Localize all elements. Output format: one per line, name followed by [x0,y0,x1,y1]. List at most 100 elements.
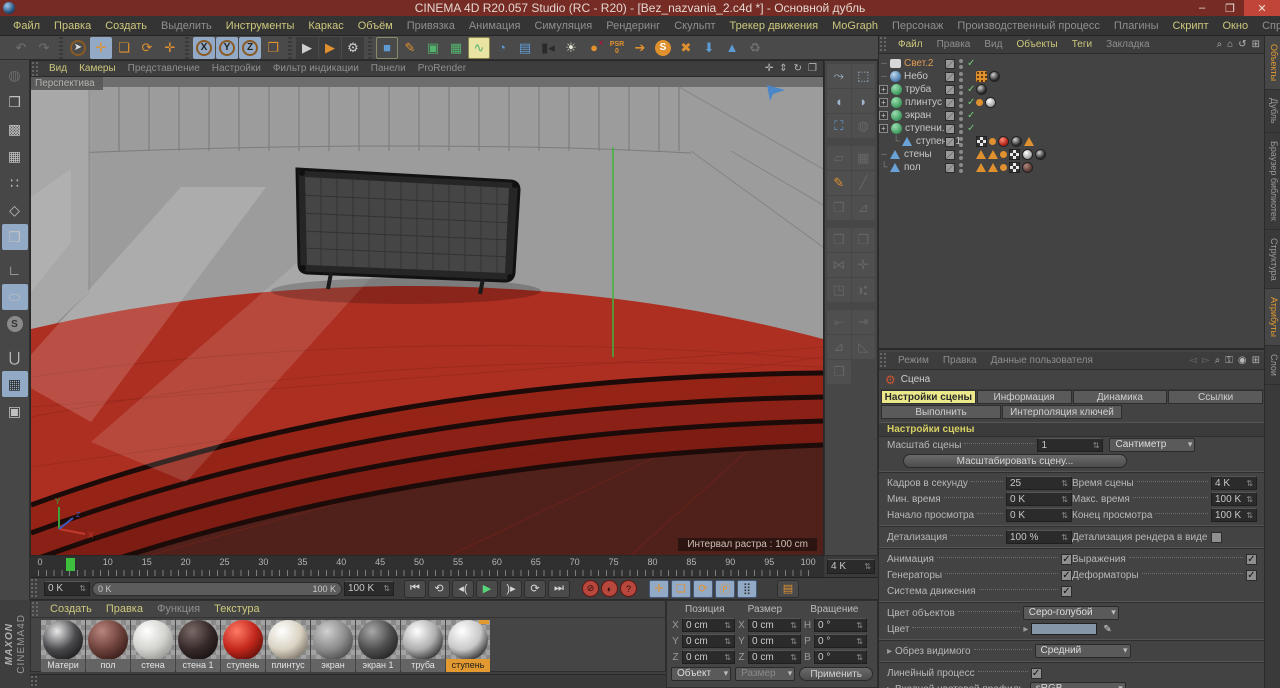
scale-icon[interactable]: ❏ [113,37,135,59]
menu-volume[interactable]: Объём [351,20,400,32]
coord-system-icon[interactable]: ❐ [262,37,284,59]
scale-field[interactable]: 1 [1037,438,1103,452]
expand-icon[interactable] [879,124,888,133]
panel-grip[interactable] [879,352,887,369]
menu-character[interactable]: Персонаж [885,20,950,32]
timeline-ruler[interactable]: 0 10 15 20 25 30 35 40 45 50 55 60 65 70… [30,556,824,578]
maximize-button[interactable]: ❐ [1216,0,1244,16]
tab-layers[interactable]: Слои [1265,346,1280,385]
render-picture-icon[interactable]: ▶ [319,37,341,59]
object-row[interactable]: └ ступени.1 [879,135,1265,148]
visibility-dots[interactable] [959,85,963,95]
lock-workplane-icon[interactable]: ▦ [2,371,28,397]
panel-grip[interactable] [31,601,39,617]
material-item[interactable]: ступень [221,620,265,672]
menu-mograph[interactable]: MoGraph [825,20,885,32]
vp-menu-options[interactable]: Настройки [206,63,267,74]
menu-plugins[interactable]: Плагины [1107,20,1166,32]
pos-y-field[interactable]: 0 cm [682,634,735,648]
size-z-field[interactable]: 0 cm [748,650,801,664]
preview-end-field[interactable]: 100 K [1211,508,1257,522]
tab-dynamics[interactable]: Динамика [1073,390,1168,404]
play-backwards-icon[interactable]: ⟲ [428,580,450,598]
expand-icon[interactable] [879,98,888,107]
recycle-icon[interactable]: ♻ [744,37,766,59]
layer-toggle[interactable] [945,150,955,160]
texture-mode-icon[interactable]: ▩ [2,116,28,142]
material-tag-icon[interactable] [985,97,996,108]
points-mode-icon[interactable]: ∷ [2,170,28,196]
layer-toggle[interactable] [945,137,955,147]
object-row[interactable]: – Небо [879,70,1265,83]
tab-references[interactable]: Ссылки [1168,390,1263,404]
viewport[interactable]: Вид Камеры Представление Настройки Фильт… [30,60,824,556]
scene-length-field[interactable]: 4 K [827,559,875,574]
expand-icon[interactable] [879,111,888,120]
live-selection-icon[interactable]: ➤ [67,37,89,59]
animation-checkbox[interactable] [1061,554,1072,565]
om-menu-edit[interactable]: Правка [930,39,978,50]
lock-icon[interactable]: ⚿ [1225,355,1233,366]
line-cut-icon[interactable]: ╱ [852,171,876,195]
vp-rotate-icon[interactable]: ↻ [794,63,802,74]
workplane-icon[interactable]: ▦ [2,143,28,169]
weld-icon[interactable]: ⋈ [827,253,851,277]
material-item[interactable]: экран [311,620,355,672]
prev-key-icon[interactable]: ◂( [452,580,474,598]
motion-system-checkbox[interactable] [1061,586,1072,597]
vp-menu-view[interactable]: Вид [43,63,73,74]
key-scale-icon[interactable]: ❏ [671,580,691,598]
material-tag-icon[interactable] [1011,136,1022,147]
vp-menu-filter[interactable]: Фильтр индикации [267,63,365,74]
expressions-checkbox[interactable] [1246,554,1257,565]
max-time-field[interactable]: 100 K [1211,492,1257,506]
enable-check[interactable]: ✓ [967,110,977,121]
uvw-tag-icon[interactable] [1009,162,1020,173]
magnet-icon[interactable]: ⋃ [2,344,28,370]
polygons-mode-icon[interactable]: ❒ [2,224,28,250]
melt-icon[interactable]: ⑆ [852,278,876,302]
menu-simulate[interactable]: Симуляция [527,20,599,32]
tab-content-browser[interactable]: Браузер библиотек [1265,133,1280,230]
subdivision-tag-icon[interactable] [976,99,983,106]
material-tag-icon[interactable] [1035,149,1046,160]
object-row[interactable]: плинтус ✓ [879,96,1265,109]
tab-info[interactable]: Информация [977,390,1072,404]
xpresso-icon[interactable]: ✖ [675,37,697,59]
subdivision-tag-icon[interactable] [989,138,996,145]
edges-mode-icon[interactable]: ◇ [2,197,28,223]
search-icon[interactable]: ⌕ [1215,355,1221,366]
uvw-tag-icon[interactable] [1009,149,1020,160]
knife-icon[interactable]: ✎ [827,171,851,195]
phong-tag-icon[interactable] [988,150,998,159]
object-row[interactable]: – стены [879,148,1265,161]
phong-tag-icon[interactable] [976,150,986,159]
optimize-icon[interactable]: ⤜ [827,310,851,334]
subdivision-tag-icon[interactable] [1000,151,1007,158]
menu-motion-tracker[interactable]: Трекер движения [723,20,826,32]
menu-script[interactable]: Скрипт [1165,20,1215,32]
menu-tools[interactable]: Инструменты [219,20,302,32]
menu-pipeline[interactable]: Производственный процесс [950,20,1106,32]
timeline-playhead[interactable] [66,558,75,571]
goto-end-icon[interactable]: ⏭ [548,580,570,598]
panel-grip[interactable] [879,36,887,53]
material-tag-icon[interactable] [1022,149,1033,160]
timeline-window-icon[interactable]: ▤ [777,580,799,598]
compositing-tag-icon[interactable] [976,71,987,82]
sphere-points2-icon[interactable]: ◗ [852,89,876,113]
floor-icon[interactable]: ▤ [514,37,536,59]
field-icon[interactable]: ●x [583,37,605,59]
tab-scene-settings[interactable]: Настройки сцены [881,390,976,404]
workplane-mode-icon[interactable]: ▣ [2,398,28,424]
range-end-field[interactable]: 100 K [344,581,394,596]
menu-sculpt[interactable]: Скульпт [667,20,722,32]
bridge-icon[interactable]: ❒ [827,196,851,220]
drop-to-floor-icon[interactable]: ⬇ [698,37,720,59]
add-panel-icon[interactable]: ⊞ [1252,39,1260,50]
visibility-dots[interactable] [959,163,963,173]
current-frame-field[interactable]: 0 K [44,581,90,596]
object-color-dropdown[interactable]: Серо-голубой [1023,606,1119,620]
last-tool-icon[interactable]: ✛ [159,37,181,59]
inner-extrude-icon[interactable]: ⊿ [852,196,876,220]
